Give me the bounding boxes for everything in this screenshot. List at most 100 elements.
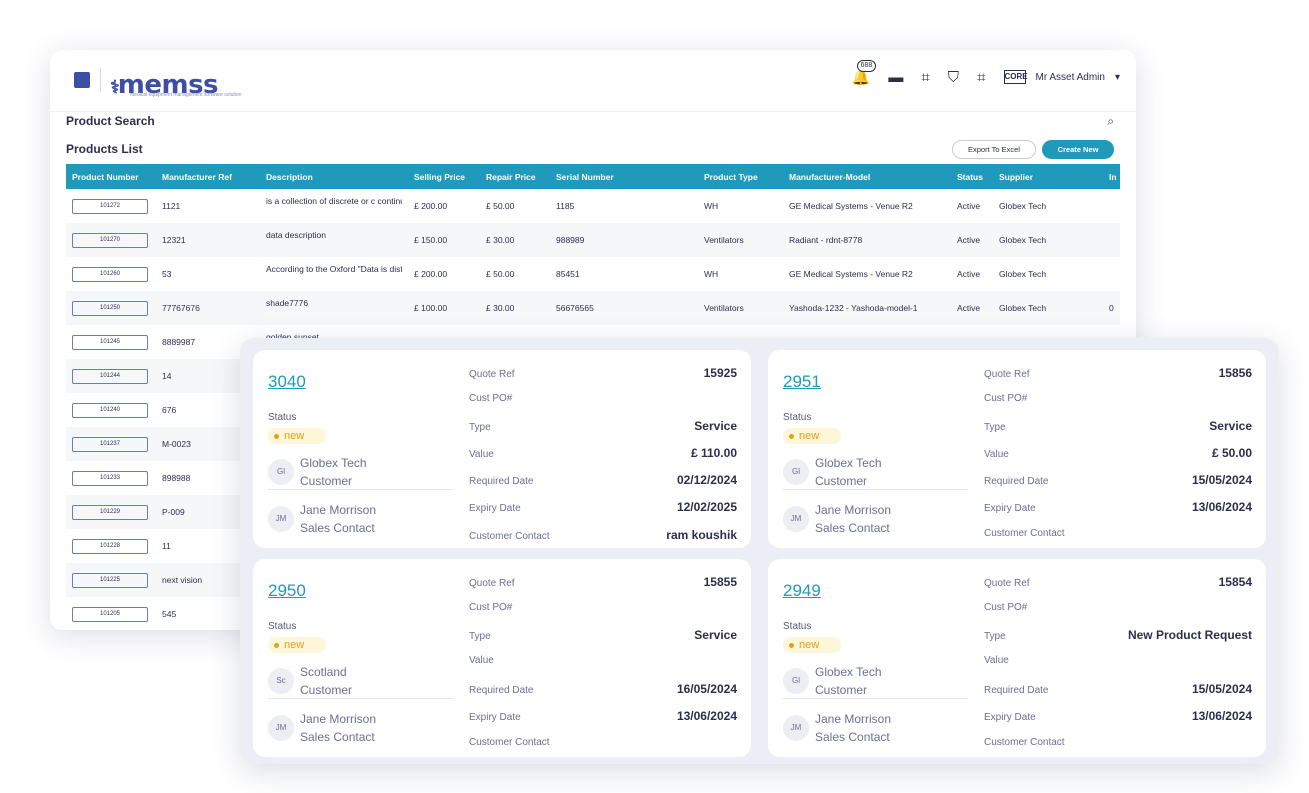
export-excel-button[interactable]: Export To Excel bbox=[952, 140, 1036, 159]
required-date-field: Required Date 15/05/2024 bbox=[984, 473, 1252, 489]
quote-card[interactable]: 2949 Status new Gl Globex Tech Customer JM Jane… bbox=[768, 559, 1266, 757]
user-menu[interactable]: CORE Mr Asset Admin ▾ bbox=[1003, 70, 1120, 84]
column-header[interactable]: Repair Price bbox=[480, 164, 550, 189]
product-number-button[interactable]: 101260 bbox=[72, 266, 148, 282]
customer-contact-field: Customer Contact bbox=[984, 737, 1252, 753]
value-label: Value bbox=[984, 655, 1009, 666]
value-field: Value £ 50.00 bbox=[984, 446, 1252, 462]
expiry-date-field: Expiry Date 12/02/2025 bbox=[469, 500, 737, 516]
expiry-date-label: Expiry Date bbox=[469, 503, 521, 514]
model-cell: GE Medical Systems - Venue R2 bbox=[789, 201, 913, 211]
bell-icon[interactable]: 🔔 688 bbox=[852, 60, 877, 86]
divider bbox=[268, 489, 453, 490]
supplier-cell: Globex Tech bbox=[993, 291, 1103, 325]
supplier-cell: Globex Tech bbox=[993, 223, 1103, 257]
supplier-cell: Globex Tech bbox=[999, 269, 1047, 279]
menu-icon[interactable] bbox=[74, 72, 90, 88]
expiry-date-field: Expiry Date 13/06/2024 bbox=[469, 709, 737, 725]
quote-card[interactable]: 2951 Status new Gl Globex Tech Customer JM Jane… bbox=[768, 350, 1266, 548]
column-header[interactable]: Manufacturer-Model bbox=[783, 164, 951, 189]
status-text: new bbox=[284, 430, 305, 442]
value-value: £ 50.00 bbox=[1211, 446, 1252, 460]
required-date-field: Required Date 16/05/2024 bbox=[469, 682, 737, 698]
create-new-button[interactable]: Create New bbox=[1042, 140, 1114, 159]
quote-number-link[interactable]: 2951 bbox=[783, 372, 821, 392]
description-text: data description bbox=[266, 230, 327, 240]
column-header[interactable]: In bbox=[1103, 164, 1120, 189]
avatar: Gl bbox=[783, 459, 809, 485]
column-header[interactable]: Product Type bbox=[698, 164, 783, 189]
value-label: Value bbox=[984, 449, 1009, 460]
note-icon[interactable]: ▬ bbox=[888, 69, 903, 86]
product-number-button[interactable]: 101228 bbox=[72, 538, 148, 554]
status-text: new bbox=[284, 639, 305, 651]
quote-ref-value: 15854 bbox=[1218, 575, 1252, 589]
quote-ref-field: Quote Ref 15925 bbox=[469, 366, 737, 382]
quote-card[interactable]: 2950 Status new Sc Scotland Customer JM Jane Mo… bbox=[253, 559, 751, 757]
column-header[interactable]: Supplier bbox=[993, 164, 1103, 189]
type-value: Service bbox=[1209, 419, 1252, 433]
product-number-button[interactable]: 101272 bbox=[72, 198, 148, 214]
product-number-button[interactable]: 101229 bbox=[72, 504, 148, 520]
expiry-date-field: Expiry Date 13/06/2024 bbox=[984, 500, 1252, 516]
product-number-button[interactable]: 101270 bbox=[72, 232, 148, 248]
app-logo[interactable]: ⚕ memss medical equipment management sof… bbox=[110, 64, 241, 98]
repair-price-cell: £ 50.00 bbox=[486, 269, 515, 279]
quote-number-link[interactable]: 3040 bbox=[268, 372, 306, 392]
product-number-button[interactable]: 101240 bbox=[72, 402, 148, 418]
table-row[interactable]: 101270 12321 data description £ 150.00 £ 30.… bbox=[66, 223, 1120, 257]
required-date-value: 15/05/2024 bbox=[1191, 473, 1252, 487]
user-name: Mr Asset Admin bbox=[1035, 71, 1105, 83]
value-field: Value bbox=[469, 655, 737, 671]
search-icon[interactable]: ⌕ bbox=[1107, 114, 1114, 129]
product-number-cell: 101244 bbox=[66, 359, 156, 393]
grid-icon[interactable]: ⌗ bbox=[921, 69, 929, 86]
quote-number-link[interactable]: 2949 bbox=[783, 581, 821, 601]
sales-contact-role: Sales Contact bbox=[300, 521, 375, 535]
status-label: Status bbox=[268, 412, 297, 423]
shield-icon[interactable]: ⛉ bbox=[948, 69, 959, 86]
customer-name: Scotland bbox=[300, 665, 347, 679]
quote-card[interactable]: 3040 Status new Gl Globex Tech Customer JM Jane… bbox=[253, 350, 751, 548]
quote-ref-label: Quote Ref bbox=[984, 578, 1030, 589]
in-cell bbox=[1103, 223, 1120, 257]
value-value: £ 110.00 bbox=[690, 446, 737, 460]
description-cell: shade7776 bbox=[260, 291, 408, 325]
table-row[interactable]: 101272 1121 is a collection of discrete or… bbox=[66, 189, 1120, 223]
column-header[interactable]: Selling Price bbox=[408, 164, 480, 189]
sales-contact-name: Jane Morrison bbox=[815, 712, 892, 726]
divider bbox=[783, 489, 968, 490]
quote-ref-value: 15925 bbox=[703, 366, 737, 380]
serial-number-cell: 988989 bbox=[550, 223, 698, 257]
customer-info: Gl Globex Tech Customer bbox=[783, 663, 882, 699]
customer-info: Sc Scotland Customer bbox=[268, 663, 352, 699]
notification-badge: 688 bbox=[856, 60, 877, 72]
customer-name: Globex Tech bbox=[815, 665, 882, 679]
product-number-button[interactable]: 101233 bbox=[72, 470, 148, 486]
status-label: Status bbox=[783, 621, 812, 632]
product-number-button[interactable]: 101225 bbox=[72, 572, 148, 588]
product-number-button[interactable]: 101205 bbox=[72, 606, 148, 622]
column-header[interactable]: Status bbox=[951, 164, 993, 189]
cust-po-field: Cust PO# bbox=[984, 393, 1252, 409]
product-number-button[interactable]: 101244 bbox=[72, 368, 148, 384]
column-header[interactable]: Product Number bbox=[66, 164, 156, 189]
in-cell: 0 bbox=[1103, 291, 1120, 325]
column-header[interactable]: Serial Number bbox=[550, 164, 698, 189]
quote-number-link[interactable]: 2950 bbox=[268, 581, 306, 601]
product-number-button[interactable]: 101250 bbox=[72, 300, 148, 316]
required-date-value: 15/05/2024 bbox=[1191, 682, 1252, 696]
product-number-button[interactable]: 101245 bbox=[72, 334, 148, 350]
apps-icon[interactable]: ⌗ bbox=[977, 69, 985, 86]
table-row[interactable]: 101250 77767676 shade7776 £ 100.00 £ 30.00 56… bbox=[66, 291, 1120, 325]
sales-contact-name: Jane Morrison bbox=[300, 503, 377, 517]
type-label: Type bbox=[469, 422, 491, 433]
table-row[interactable]: 101260 53 According to the Oxford "Data is… bbox=[66, 257, 1120, 291]
column-header[interactable]: Manufacturer Ref bbox=[156, 164, 260, 189]
column-header[interactable]: Description bbox=[260, 164, 408, 189]
cust-po-field: Cust PO# bbox=[984, 602, 1252, 618]
expiry-date-value: 13/06/2024 bbox=[676, 709, 737, 723]
customer-role: Customer bbox=[300, 683, 353, 697]
expiry-date-value: 12/02/2025 bbox=[676, 500, 737, 514]
product-number-button[interactable]: 101237 bbox=[72, 436, 148, 452]
